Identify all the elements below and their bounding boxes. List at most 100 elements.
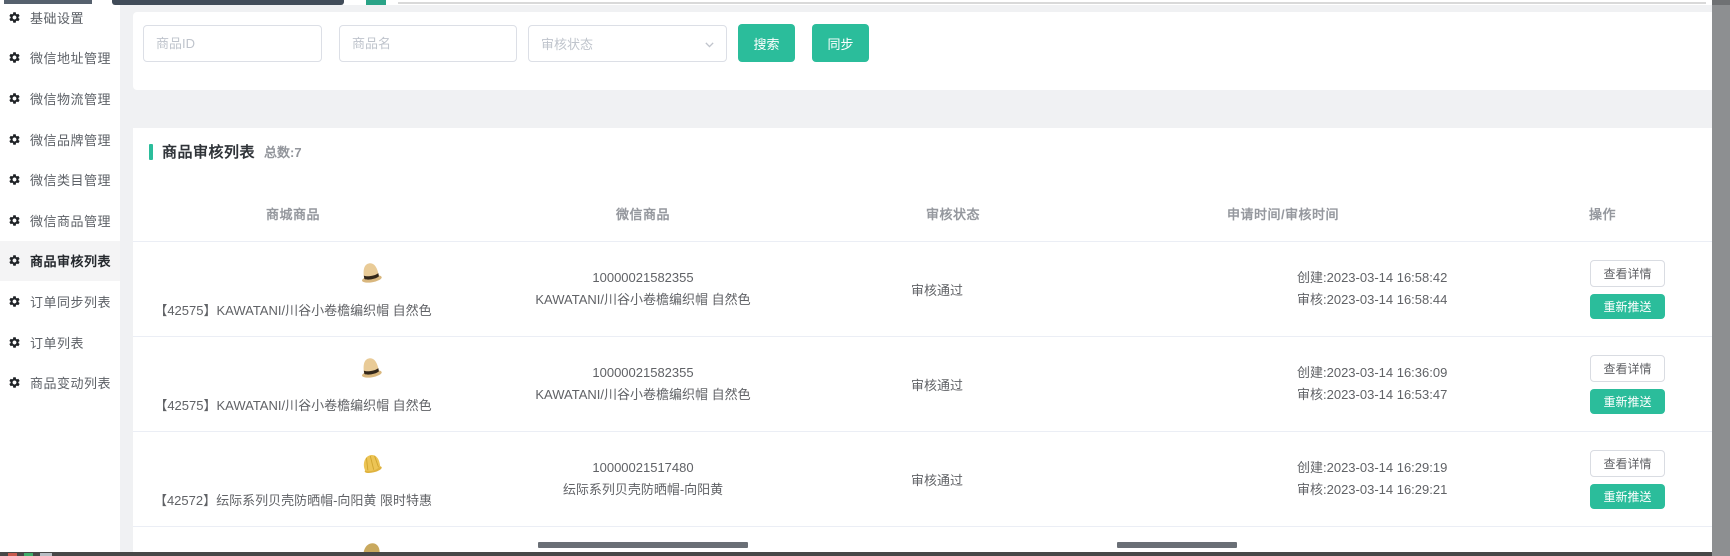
sidebar-item-label: 微信类目管理 xyxy=(30,170,111,189)
audit-status-cell: 审核通过 xyxy=(817,470,1057,489)
wechat-product-id: 10000021582355 xyxy=(453,267,833,289)
audit-list-panel: 商品审核列表 总数:7 商城商品 微信商品 审核状态 申请时间/审核时间 操作 xyxy=(133,128,1712,552)
sidebar-item-label: 微信物流管理 xyxy=(30,89,111,108)
mall-product-name: 【42575】KAWATANI/川谷小卷檐编织帽 自然色 xyxy=(154,300,431,319)
gear-icon xyxy=(8,173,21,186)
sidebar-item-label: 微信地址管理 xyxy=(30,48,111,67)
search-button[interactable]: 搜索 xyxy=(738,24,795,62)
product-name-input[interactable] xyxy=(339,25,517,62)
gear-icon xyxy=(8,376,21,389)
sidebar-item-label: 商品审核列表 xyxy=(30,251,111,270)
sidebar-item[interactable]: 商品审核列表 xyxy=(0,241,120,282)
created-time: 创建:2023-03-14 16:36:09 xyxy=(1297,362,1447,384)
sidebar: 基础设置 微信地址管理 微信物流管理 微信品牌管理 微信类目管理 微信商品管理 xyxy=(0,5,120,552)
column-header-actions: 操作 xyxy=(1493,204,1712,223)
audited-time: 审核:2023-03-14 16:29:21 xyxy=(1297,479,1447,501)
table-body: 【42575】KAWATANI/川谷小卷檐编织帽 自然色 10000021582… xyxy=(133,242,1712,552)
table-row: 【42575】KAWATANI/川谷小卷檐编织帽 自然色 10000021582… xyxy=(133,337,1712,432)
time-cell xyxy=(1073,527,1493,548)
audit-status-placeholder: 审核状态 xyxy=(541,34,593,53)
sidebar-item-label: 订单同步列表 xyxy=(30,292,111,311)
table-row: 【42572】纭际系列贝壳防晒帽-向阳黄 限时特惠 10000021517480… xyxy=(133,432,1712,527)
section-title-row: 商品审核列表 总数:7 xyxy=(149,141,302,162)
product-image xyxy=(356,537,386,552)
mall-product-name: 【42572】纭际系列贝壳防晒帽-向阳黄 限时特惠 xyxy=(154,490,432,509)
created-time: 创建:2023-03-14 16:58:42 xyxy=(1297,267,1447,289)
sidebar-menu: 基础设置 微信地址管理 微信物流管理 微信品牌管理 微信类目管理 微信商品管理 xyxy=(0,0,120,403)
mall-product-cell: 【42575】KAWATANI/川谷小卷檐编织帽 自然色 xyxy=(133,354,453,414)
title-accent-bar xyxy=(149,144,153,160)
cutoff-divider xyxy=(398,2,1706,4)
time-cell: 创建:2023-03-14 16:29:19 审核:2023-03-14 16:… xyxy=(1297,457,1447,501)
column-header-time: 申请时间/审核时间 xyxy=(1073,204,1493,223)
view-detail-button[interactable]: 查看详情 xyxy=(1590,355,1665,382)
product-id-input[interactable] xyxy=(143,25,322,62)
wechat-product-name: 纭际系列贝壳防晒帽-向阳黄 xyxy=(453,479,833,501)
sidebar-item[interactable]: 微信地址管理 xyxy=(0,38,120,79)
wechat-product-cell xyxy=(453,527,833,548)
gear-icon xyxy=(8,92,21,105)
scrollbar-top xyxy=(1712,0,1730,5)
table-header: 商城商品 微信商品 审核状态 申请时间/审核时间 操作 xyxy=(133,185,1712,242)
sync-button[interactable]: 同步 xyxy=(812,24,869,62)
view-detail-button[interactable]: 查看详情 xyxy=(1590,450,1665,477)
column-header-audit-status: 审核状态 xyxy=(833,204,1073,223)
mall-product-name: 【42575】KAWATANI/川谷小卷檐编织帽 自然色 xyxy=(154,395,431,414)
sidebar-item-label: 基础设置 xyxy=(30,8,84,27)
audited-time: 审核:2023-03-14 16:53:47 xyxy=(1297,384,1447,406)
filter-panel: 审核状态 搜索 同步 xyxy=(133,12,1712,90)
product-image xyxy=(356,354,386,384)
repush-button[interactable]: 重新推送 xyxy=(1590,484,1665,509)
sidebar-item[interactable]: 订单同步列表 xyxy=(0,281,120,322)
table-row-partial xyxy=(133,527,1712,552)
column-header-wechat-product: 微信商品 xyxy=(453,204,833,223)
sidebar-item[interactable]: 微信物流管理 xyxy=(0,78,120,119)
status-text: 审核通过 xyxy=(911,378,963,393)
audited-time: 审核:2023-03-14 16:58:44 xyxy=(1297,289,1447,311)
sidebar-item[interactable]: 订单列表 xyxy=(0,322,120,363)
page-title: 商品审核列表 xyxy=(162,141,255,162)
wechat-product-cell: 10000021582355 KAWATANI/川谷小卷檐编织帽 自然色 xyxy=(453,362,833,406)
audit-status-select[interactable]: 审核状态 xyxy=(528,25,727,62)
status-text: 审核通过 xyxy=(911,473,963,488)
wechat-product-name: KAWATANI/川谷小卷檐编织帽 自然色 xyxy=(453,384,833,406)
top-cutoff-strip xyxy=(0,0,1730,5)
chevron-down-icon xyxy=(703,38,716,51)
table-row: 【42575】KAWATANI/川谷小卷檐编织帽 自然色 10000021582… xyxy=(133,242,1712,337)
bottom-cutoff-strip xyxy=(0,552,1712,556)
actions-cell: 查看详情 重新推送 xyxy=(1518,450,1712,509)
main-content: 审核状态 搜索 同步 商品审核列表 总数:7 商城商品 微信商品 审核状态 申请… xyxy=(120,5,1712,552)
view-detail-button[interactable]: 查看详情 xyxy=(1590,260,1665,287)
gear-icon xyxy=(8,133,21,146)
gear-icon xyxy=(8,295,21,308)
mall-product-cell: 【42575】KAWATANI/川谷小卷檐编织帽 自然色 xyxy=(133,259,453,319)
sidebar-item[interactable]: 基础设置 xyxy=(0,0,120,38)
time-cell: 创建:2023-03-14 16:36:09 审核:2023-03-14 16:… xyxy=(1297,362,1447,406)
cutoff-fragment xyxy=(366,0,386,5)
wechat-product-id: 10000021582355 xyxy=(453,362,833,384)
sidebar-item-label: 商品变动列表 xyxy=(30,373,111,392)
cutoff-fragment xyxy=(4,0,92,4)
gear-icon xyxy=(8,51,21,64)
wechat-product-name: KAWATANI/川谷小卷檐编织帽 自然色 xyxy=(453,289,833,311)
actions-cell: 查看详情 重新推送 xyxy=(1518,260,1712,319)
gear-icon xyxy=(8,336,21,349)
repush-button[interactable]: 重新推送 xyxy=(1590,294,1665,319)
audit-status-cell: 审核通过 xyxy=(817,280,1057,299)
sidebar-item[interactable]: 微信商品管理 xyxy=(0,200,120,241)
gear-icon xyxy=(8,11,21,24)
mall-product-cell xyxy=(133,527,453,552)
sidebar-item[interactable]: 微信类目管理 xyxy=(0,159,120,200)
cutoff-fragment xyxy=(112,0,344,5)
column-header-mall-product: 商城商品 xyxy=(133,204,453,223)
created-time: 创建:2023-03-14 16:29:19 xyxy=(1297,457,1447,479)
sidebar-item-label: 订单列表 xyxy=(30,333,84,352)
sidebar-item[interactable]: 微信品牌管理 xyxy=(0,119,120,160)
gear-icon xyxy=(8,214,21,227)
status-text: 审核通过 xyxy=(911,283,963,298)
sidebar-item[interactable]: 商品变动列表 xyxy=(0,362,120,403)
vertical-scrollbar[interactable] xyxy=(1712,0,1730,556)
wechat-product-cell: 10000021582355 KAWATANI/川谷小卷檐编织帽 自然色 xyxy=(453,267,833,311)
repush-button[interactable]: 重新推送 xyxy=(1590,389,1665,414)
sidebar-item-label: 微信商品管理 xyxy=(30,211,111,230)
